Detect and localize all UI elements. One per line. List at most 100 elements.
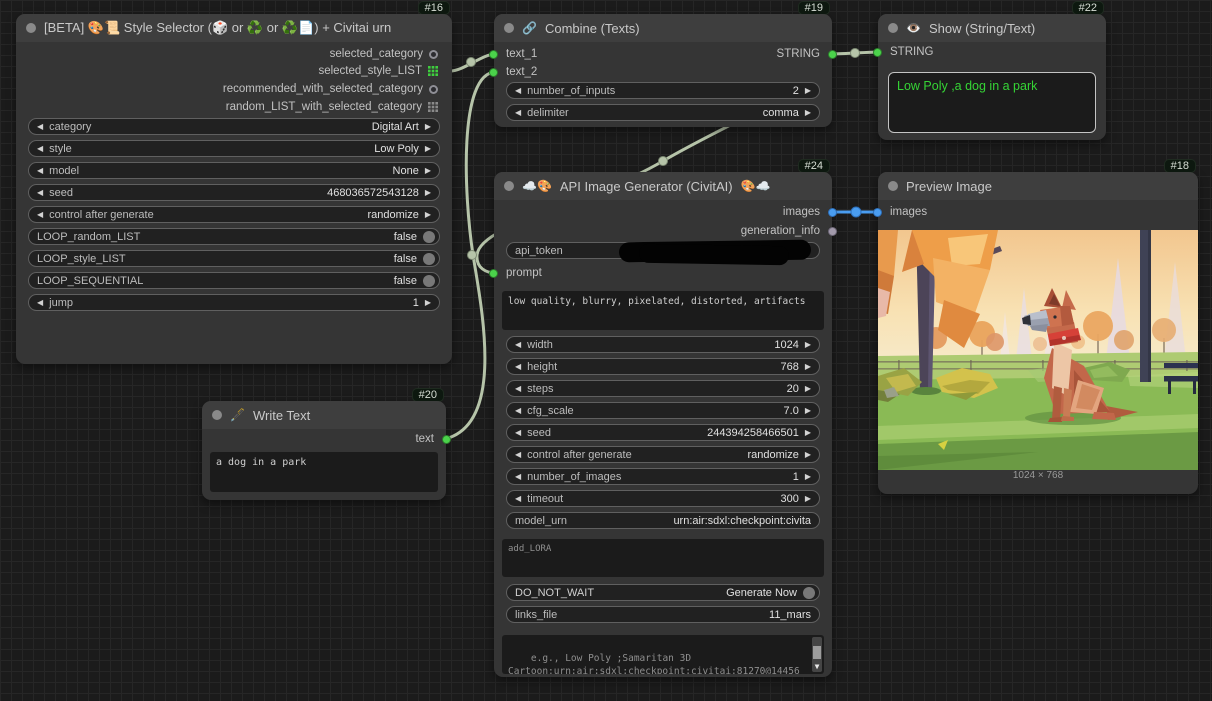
widget-steps[interactable]: ◀ steps 20 ▶	[506, 380, 820, 397]
collapse-dot-icon[interactable]	[26, 23, 36, 33]
arrow-right-icon[interactable]: ▶	[805, 363, 811, 371]
arrow-right-icon[interactable]: ▶	[425, 145, 431, 153]
arrow-right-icon[interactable]: ▶	[805, 87, 811, 95]
arrow-left-icon[interactable]: ◀	[37, 145, 43, 153]
list-grid-icon[interactable]	[428, 66, 438, 76]
node-title-bar[interactable]: 🖋️ Write Text	[202, 401, 446, 429]
widget-loop-sequential[interactable]: LOOP_SEQUENTIAL false	[28, 272, 440, 289]
toggle-knob[interactable]	[423, 231, 435, 243]
collapse-dot-icon[interactable]	[504, 23, 514, 33]
node-preview-image[interactable]: #18 Preview Image images	[878, 172, 1198, 494]
arrow-right-icon[interactable]: ▶	[805, 385, 811, 393]
node-title-bar[interactable]: ☁️🎨 API Image Generator (CivitAI) 🎨☁️	[494, 172, 832, 200]
example-links-area[interactable]: e.g., Low Poly ;Samaritan 3D Cartoon;urn…	[502, 635, 824, 674]
node-show-string[interactable]: #22 👁️ Show (String/Text) STRING Low Pol…	[878, 14, 1106, 140]
arrow-left-icon[interactable]: ◀	[515, 109, 521, 117]
input-port-prompt[interactable]	[489, 269, 498, 278]
collapse-dot-icon[interactable]	[888, 181, 898, 191]
arrow-right-icon[interactable]: ▶	[425, 123, 431, 131]
widget-loop-style-list[interactable]: LOOP_style_LIST false	[28, 250, 440, 267]
widget-links-file[interactable]: links_file 11_mars	[506, 606, 820, 623]
widget-style[interactable]: ◀ style Low Poly ▶	[28, 140, 440, 157]
arrow-left-icon[interactable]: ◀	[515, 429, 521, 437]
widget-model[interactable]: ◀ model None ▶	[28, 162, 440, 179]
output-port-icon[interactable]	[429, 50, 438, 59]
arrow-right-icon[interactable]: ▶	[425, 189, 431, 197]
arrow-right-icon[interactable]: ▶	[805, 407, 811, 415]
widget-loop-random-list[interactable]: LOOP_random_LIST false	[28, 228, 440, 245]
scroll-down-icon[interactable]: ▼	[812, 662, 822, 672]
reroute-dot[interactable]	[851, 49, 860, 58]
input-port-text2[interactable]	[489, 68, 498, 77]
widget-control-after-generate[interactable]: ◀ control after generate randomize ▶	[506, 446, 820, 463]
node-combine-texts[interactable]: #19 🔗 Combine (Texts) text_1 text_2 STRI…	[494, 14, 832, 127]
toggle-knob[interactable]	[803, 587, 815, 599]
node-api-image-generator[interactable]: #24 ☁️🎨 API Image Generator (CivitAI) 🎨☁…	[494, 172, 832, 677]
reroute-dot[interactable]	[468, 251, 477, 260]
arrow-right-icon[interactable]: ▶	[425, 167, 431, 175]
arrow-right-icon[interactable]: ▶	[805, 341, 811, 349]
arrow-right-icon[interactable]: ▶	[425, 211, 431, 219]
widget-api-token[interactable]: api_token	[506, 242, 820, 259]
widget-model-urn[interactable]: model_urn urn:air:sdxl:checkpoint:civita	[506, 512, 820, 529]
arrow-left-icon[interactable]: ◀	[515, 407, 521, 415]
arrow-left-icon[interactable]: ◀	[37, 189, 43, 197]
output-selected-category[interactable]: selected_category	[330, 47, 438, 61]
arrow-right-icon[interactable]: ▶	[805, 429, 811, 437]
output-port-icon[interactable]	[429, 85, 438, 94]
node-write-text[interactable]: #20 🖋️ Write Text text a dog in a park	[202, 401, 446, 500]
node-title-bar[interactable]: 🔗 Combine (Texts)	[494, 14, 832, 42]
widget-number-of-inputs[interactable]: ◀ number_of_inputs 2 ▶	[506, 82, 820, 99]
collapse-dot-icon[interactable]	[212, 410, 222, 420]
toggle-knob[interactable]	[423, 275, 435, 287]
arrow-right-icon[interactable]: ▶	[805, 473, 811, 481]
widget-seed[interactable]: ◀ seed 468036572543128 ▶	[28, 184, 440, 201]
arrow-left-icon[interactable]: ◀	[37, 211, 43, 219]
arrow-right-icon[interactable]: ▶	[805, 109, 811, 117]
collapse-dot-icon[interactable]	[504, 181, 514, 191]
input-port-string[interactable]	[873, 48, 882, 57]
arrow-left-icon[interactable]: ◀	[515, 87, 521, 95]
output-port-generation-info[interactable]	[828, 227, 837, 236]
widget-do-not-wait[interactable]: DO_NOT_WAIT Generate Now	[506, 584, 820, 601]
text-input-area[interactable]: a dog in a park	[210, 452, 438, 492]
output-port-text[interactable]	[442, 435, 451, 444]
scrollbar-thumb[interactable]	[813, 646, 821, 659]
generated-image[interactable]	[878, 230, 1198, 470]
reroute-dot[interactable]	[467, 58, 476, 67]
arrow-left-icon[interactable]: ◀	[515, 363, 521, 371]
arrow-left-icon[interactable]: ◀	[515, 495, 521, 503]
arrow-right-icon[interactable]: ▶	[425, 299, 431, 307]
widget-jump[interactable]: ◀ jump 1 ▶	[28, 294, 440, 311]
output-random-list[interactable]: random_LIST_with_selected_category	[226, 100, 438, 114]
collapse-dot-icon[interactable]	[888, 23, 898, 33]
output-port-images[interactable]	[828, 208, 837, 217]
reroute-dot[interactable]	[851, 207, 861, 217]
widget-number-of-images[interactable]: ◀ number_of_images 1 ▶	[506, 468, 820, 485]
widget-delimiter[interactable]: ◀ delimiter comma ▶	[506, 104, 820, 121]
arrow-right-icon[interactable]: ▶	[805, 451, 811, 459]
arrow-left-icon[interactable]: ◀	[37, 167, 43, 175]
output-selected-style-list[interactable]: selected_style_LIST	[318, 64, 438, 78]
list-grid-icon[interactable]	[428, 102, 438, 112]
add-lora-area[interactable]: add_LORA	[502, 539, 824, 577]
node-title-bar[interactable]: 👁️ Show (String/Text)	[878, 14, 1106, 42]
arrow-right-icon[interactable]: ▶	[805, 495, 811, 503]
negative-prompt-area[interactable]: low quality, blurry, pixelated, distorte…	[502, 291, 824, 330]
arrow-left-icon[interactable]: ◀	[37, 299, 43, 307]
input-port-text1[interactable]	[489, 50, 498, 59]
widget-control-after-generate[interactable]: ◀ control after generate randomize ▶	[28, 206, 440, 223]
node-title-bar[interactable]: [BETA] 🎨📜 Style Selector (🎲 or ♻️ or ♻️📄…	[16, 14, 452, 42]
toggle-knob[interactable]	[423, 253, 435, 265]
output-port-string[interactable]	[828, 50, 837, 59]
reroute-dot[interactable]	[659, 157, 668, 166]
input-port-images[interactable]	[873, 208, 882, 217]
widget-category[interactable]: ◀ category Digital Art ▶	[28, 118, 440, 135]
arrow-left-icon[interactable]: ◀	[515, 451, 521, 459]
widget-timeout[interactable]: ◀ timeout 300 ▶	[506, 490, 820, 507]
graph-canvas[interactable]: { "icons": { "arrow_left": "◀", "arrow_r…	[0, 0, 1212, 701]
node-style-selector[interactable]: #16 [BETA] 🎨📜 Style Selector (🎲 or ♻️ or…	[16, 14, 452, 364]
widget-width[interactable]: ◀ width 1024 ▶	[506, 336, 820, 353]
scrollbar[interactable]: ▼	[812, 637, 822, 672]
arrow-left-icon[interactable]: ◀	[515, 385, 521, 393]
